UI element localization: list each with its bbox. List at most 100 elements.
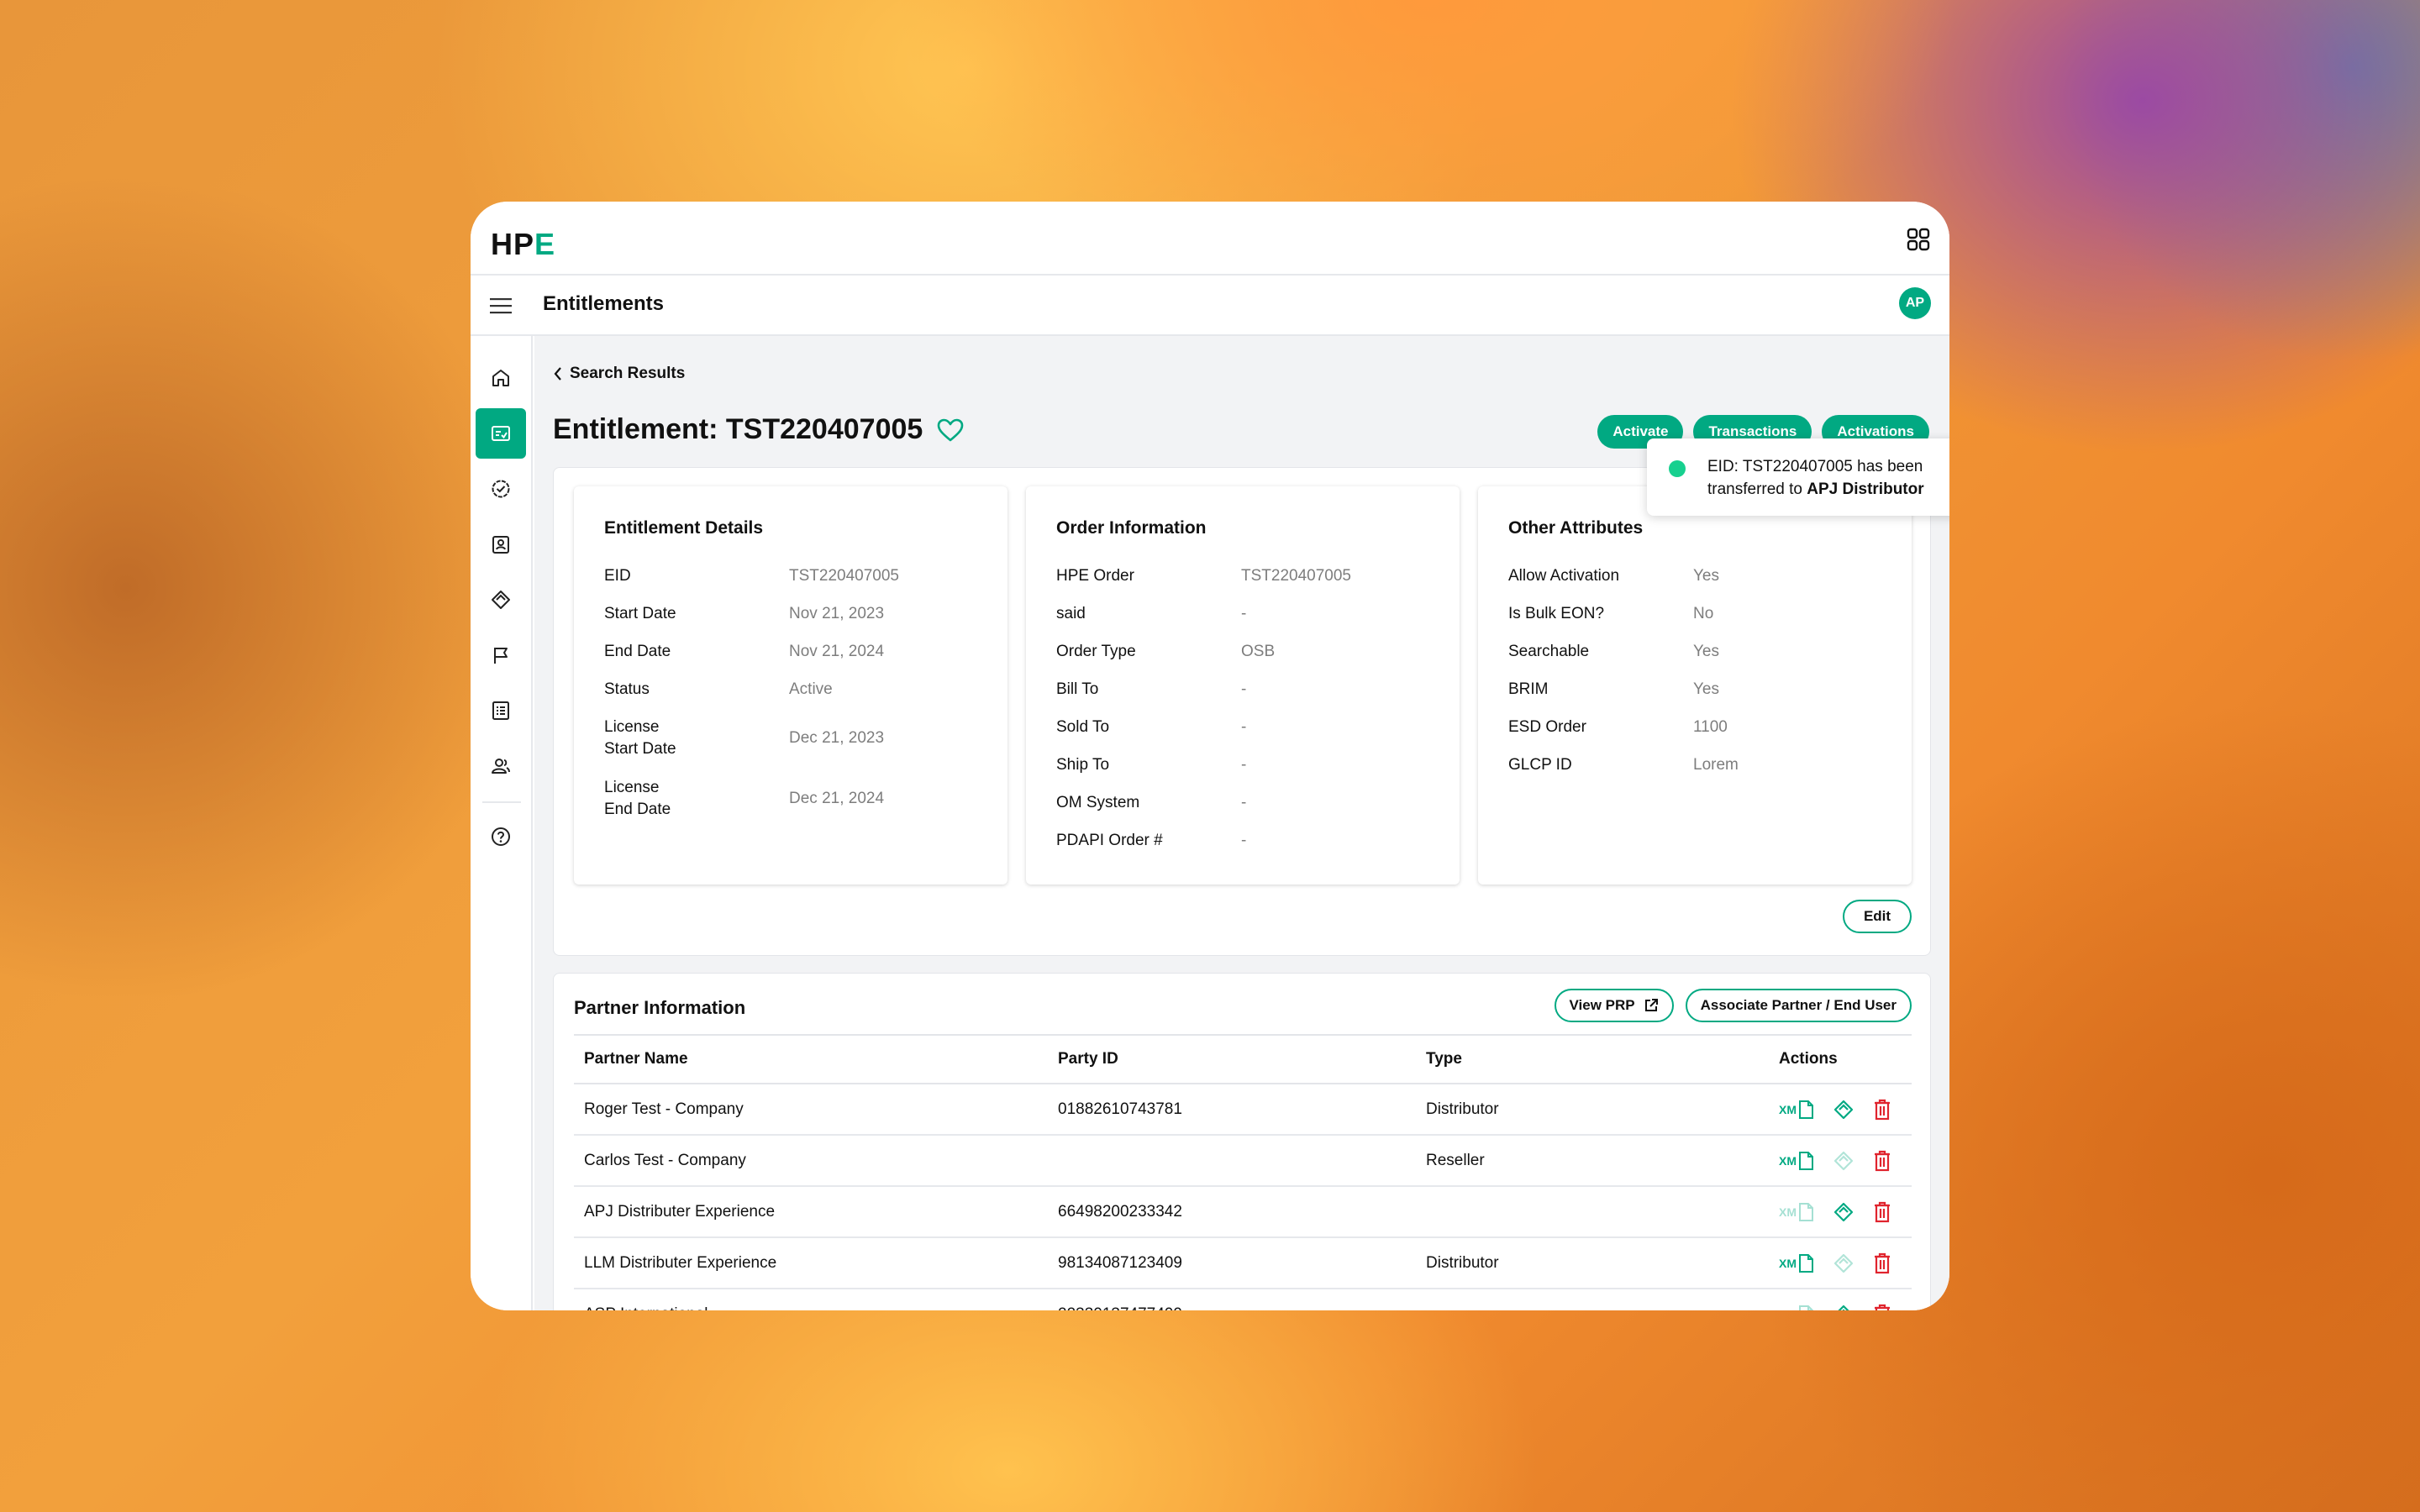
attribute-row: Searchable Yes (1508, 643, 1719, 660)
type-cell: Distributor (1416, 1084, 1769, 1136)
heart-favorite-icon[interactable] (936, 417, 965, 443)
table-row[interactable]: ASP International 22330137477409 XM (574, 1289, 1912, 1310)
partner-information-heading: Partner Information (574, 997, 746, 1018)
attribute-row: Allow Activation Yes (1508, 567, 1719, 585)
entitlement-summary-card: Entitlement Details EID TST220407005 Star… (553, 467, 1931, 956)
party-id-cell (1048, 1135, 1416, 1187)
sidebar-item-flags[interactable] (476, 630, 526, 680)
breadcrumb[interactable]: Search Results (553, 365, 685, 383)
sidebar-item-help[interactable] (476, 811, 526, 862)
partner-name-cell: Carlos Test - Company (574, 1135, 1048, 1187)
entitlements-icon (492, 426, 510, 441)
hpe-logo[interactable]: HPE (491, 227, 555, 262)
sidebar (471, 336, 533, 1310)
attribute-row: ESD Order 1100 (1508, 718, 1728, 736)
entitlement-details-card: Entitlement Details EID TST220407005 Star… (574, 486, 1007, 885)
contact-card-icon (492, 536, 509, 554)
edit-button[interactable]: Edit (1843, 900, 1912, 933)
order-row: Sold To - (1056, 718, 1247, 736)
type-cell: Reseller (1416, 1135, 1769, 1187)
toast-message: EID: TST220407005 has been transferred t… (1707, 458, 1924, 498)
partner-name-cell: APJ Distributer Experience (574, 1186, 1048, 1238)
tag-icon[interactable] (1833, 1201, 1854, 1223)
order-row: HPE Order TST220407005 (1056, 567, 1351, 585)
entitlement-details-heading: Entitlement Details (604, 518, 764, 538)
order-information-card: Order Information HPE Order TST220407005 … (1026, 486, 1460, 885)
actions-cell: XM (1769, 1135, 1912, 1187)
tag-icon[interactable] (1833, 1304, 1854, 1311)
tag-icon (1833, 1253, 1854, 1273)
app-window: HPE Entitlements AP Search Results Entit… (471, 202, 1949, 1310)
other-attributes-card: Other Attributes Allow Activation Yes Is … (1478, 486, 1912, 885)
type-cell (1416, 1289, 1769, 1310)
detail-row-start-date: Start Date Nov 21, 2023 (604, 605, 885, 622)
flag-icon (494, 648, 508, 664)
table-row[interactable]: LLM Distributer Experience 9813408712340… (574, 1237, 1912, 1289)
xml-download-icon[interactable]: XM (1779, 1100, 1814, 1120)
view-prp-label: View PRP (1569, 997, 1635, 1013)
type-cell (1416, 1186, 1769, 1238)
tag-icon (492, 591, 510, 609)
attribute-row: Is Bulk EON? No (1508, 605, 1714, 622)
status-dot-icon (1669, 460, 1686, 477)
actions-cell: XM (1769, 1237, 1912, 1289)
trash-icon[interactable] (1873, 1099, 1891, 1121)
sidebar-item-tags[interactable] (476, 575, 526, 625)
home-icon (492, 370, 509, 386)
detail-row-status: Status Active (604, 680, 833, 698)
sidebar-item-contacts[interactable] (476, 519, 526, 570)
sidebar-item-entitlements[interactable] (476, 408, 526, 459)
type-cell: Distributor (1416, 1237, 1769, 1289)
order-row: Ship To - (1056, 756, 1247, 774)
attribute-row: GLCP ID Lorem (1508, 756, 1739, 774)
party-id-cell: 98134087123409 (1048, 1237, 1416, 1289)
order-row: Bill To - (1056, 680, 1247, 698)
order-row: said - (1056, 605, 1247, 622)
table-row[interactable]: APJ Distributer Experience 6649820023334… (574, 1186, 1912, 1238)
sidebar-item-reports[interactable] (476, 685, 526, 736)
column-header-party-id[interactable]: Party ID (1048, 1034, 1416, 1084)
xml-download-icon[interactable]: XM (1779, 1151, 1814, 1171)
tag-icon[interactable] (1833, 1099, 1854, 1121)
partner-table: Partner Name Party ID Type Actions Roger… (574, 1034, 1912, 1310)
section-title: Entitlements (543, 292, 665, 315)
table-row[interactable]: Carlos Test - Company Reseller XM (574, 1135, 1912, 1187)
view-prp-button[interactable]: View PRP (1554, 989, 1674, 1022)
party-id-cell: 22330137477409 (1048, 1289, 1416, 1310)
main-content: Search Results Entitlement: TST220407005… (534, 336, 1949, 1310)
grid-apps-icon[interactable] (1906, 227, 1931, 252)
trash-icon[interactable] (1873, 1150, 1891, 1172)
tag-icon (1833, 1151, 1854, 1170)
user-avatar[interactable]: AP (1899, 287, 1931, 319)
actions-cell: XM (1769, 1289, 1912, 1310)
sidebar-item-verified[interactable] (476, 464, 526, 514)
users-icon (492, 759, 510, 774)
partner-information-card: Partner Information View PRP Associate P… (553, 973, 1931, 1310)
check-badge-icon (492, 480, 510, 498)
actions-cell: XM (1769, 1084, 1912, 1136)
page-title-text: Entitlement: TST220407005 (553, 413, 923, 445)
column-header-type[interactable]: Type (1416, 1034, 1769, 1084)
attribute-row: BRIM Yes (1508, 680, 1719, 698)
sidebar-divider (482, 801, 521, 803)
other-attributes-heading: Other Attributes (1508, 518, 1644, 538)
trash-icon[interactable] (1873, 1304, 1891, 1311)
list-document-icon (492, 701, 509, 720)
associate-partner-button[interactable]: Associate Partner / End User (1685, 989, 1912, 1022)
party-id-cell: 01882610743781 (1048, 1084, 1416, 1136)
chevron-left-icon (554, 367, 561, 381)
help-icon (492, 827, 510, 846)
sidebar-item-home[interactable] (476, 353, 526, 403)
partner-name-cell: Roger Test - Company (574, 1084, 1048, 1136)
party-id-cell: 66498200233342 (1048, 1186, 1416, 1238)
sidebar-item-users[interactable] (476, 741, 526, 791)
column-header-actions: Actions (1769, 1034, 1912, 1084)
table-row[interactable]: Roger Test - Company 01882610743781 Dist… (574, 1084, 1912, 1136)
breadcrumb-label: Search Results (570, 365, 686, 382)
detail-row-eid: EID TST220407005 (604, 567, 899, 585)
xml-download-icon[interactable]: XM (1779, 1253, 1814, 1273)
trash-icon[interactable] (1873, 1252, 1891, 1274)
hamburger-menu-icon[interactable] (489, 296, 513, 316)
trash-icon[interactable] (1873, 1201, 1891, 1223)
column-header-partner-name[interactable]: Partner Name (574, 1034, 1048, 1084)
